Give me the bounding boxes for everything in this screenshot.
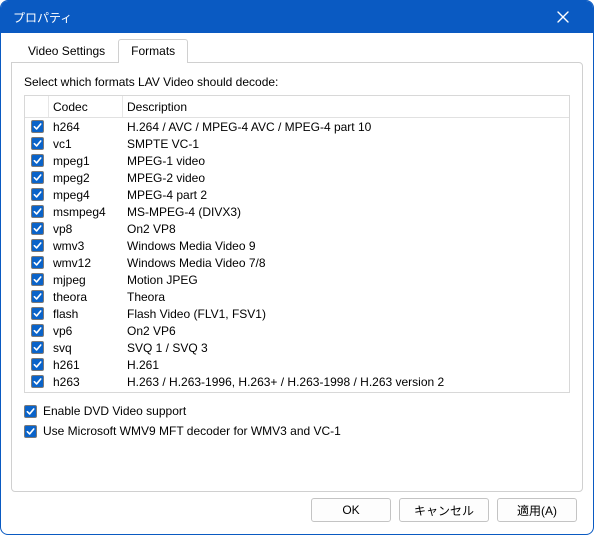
row-codec: h261 [49, 358, 123, 372]
row-checkbox[interactable] [31, 188, 44, 201]
row-codec: indeo [49, 392, 123, 393]
row-codec: svq [49, 341, 123, 355]
row-description: MPEG-4 part 2 [123, 188, 569, 202]
row-codec: msmpeg4 [49, 205, 123, 219]
table-row[interactable]: svqSVQ 1 / SVQ 3 [25, 339, 569, 356]
grid-body[interactable]: h264H.264 / AVC / MPEG-4 AVC / MPEG-4 pa… [25, 118, 569, 392]
tab-label: Video Settings [28, 44, 105, 58]
formats-grid: Codec Description h264H.264 / AVC / MPEG… [24, 95, 570, 393]
option-label: Enable DVD Video support [43, 404, 186, 418]
row-checkbox[interactable] [31, 154, 44, 167]
table-row[interactable]: h264H.264 / AVC / MPEG-4 AVC / MPEG-4 pa… [25, 118, 569, 135]
row-description: On2 VP6 [123, 324, 569, 338]
row-codec: mpeg4 [49, 188, 123, 202]
table-row[interactable]: mpeg4MPEG-4 part 2 [25, 186, 569, 203]
row-checkbox[interactable] [31, 256, 44, 269]
row-codec: wmv12 [49, 256, 123, 270]
row-codec: h264 [49, 120, 123, 134]
row-checkbox[interactable] [31, 120, 44, 133]
row-checkbox[interactable] [31, 341, 44, 354]
row-codec: mpeg2 [49, 171, 123, 185]
row-description: H.264 / AVC / MPEG-4 AVC / MPEG-4 part 1… [123, 120, 569, 134]
dialog-buttons: OK キャンセル 適用(A) [11, 492, 583, 524]
row-description: H.263 / H.263-1996, H.263+ / H.263-1998 … [123, 375, 569, 389]
checkbox-icon [24, 425, 37, 438]
cancel-button[interactable]: キャンセル [399, 498, 489, 522]
row-codec: theora [49, 290, 123, 304]
row-description: On2 VP8 [123, 222, 569, 236]
row-codec: vp8 [49, 222, 123, 236]
tab-label: Formats [131, 44, 175, 58]
row-codec: vp6 [49, 324, 123, 338]
row-description: SVQ 1 / SVQ 3 [123, 341, 569, 355]
table-row[interactable]: vp8On2 VP8 [25, 220, 569, 237]
client-area: Video Settings Formats Select which form… [1, 33, 593, 534]
row-checkbox[interactable] [31, 205, 44, 218]
row-checkbox[interactable] [31, 324, 44, 337]
row-checkbox[interactable] [31, 171, 44, 184]
option-wmv9-mft[interactable]: Use Microsoft WMV9 MFT decoder for WMV3 … [24, 421, 570, 441]
row-checkbox[interactable] [31, 222, 44, 235]
col-header-checkbox [25, 96, 49, 117]
close-button[interactable] [543, 3, 583, 31]
properties-dialog: プロパティ Video Settings Formats Select whic… [0, 0, 594, 535]
row-description: Intel Indeo 3/4/5 [123, 392, 569, 393]
row-codec: mpeg1 [49, 154, 123, 168]
grid-header: Codec Description [25, 96, 569, 118]
col-header-codec[interactable]: Codec [49, 96, 123, 117]
row-codec: h263 [49, 375, 123, 389]
tab-video-settings[interactable]: Video Settings [15, 39, 118, 63]
caption-text: Select which formats LAV Video should de… [24, 75, 570, 89]
row-description: Motion JPEG [123, 273, 569, 287]
title-bar: プロパティ [1, 1, 593, 33]
row-checkbox[interactable] [31, 273, 44, 286]
close-icon [557, 11, 569, 23]
row-description: Windows Media Video 7/8 [123, 256, 569, 270]
checkbox-icon [24, 405, 37, 418]
row-description: MPEG-1 video [123, 154, 569, 168]
row-checkbox[interactable] [31, 307, 44, 320]
row-checkbox[interactable] [31, 239, 44, 252]
row-description: MS-MPEG-4 (DIVX3) [123, 205, 569, 219]
row-codec: vc1 [49, 137, 123, 151]
ok-button[interactable]: OK [311, 498, 391, 522]
apply-button[interactable]: 適用(A) [497, 498, 577, 522]
col-header-description[interactable]: Description [123, 96, 569, 117]
row-description: Flash Video (FLV1, FSV1) [123, 307, 569, 321]
tab-strip: Video Settings Formats [11, 39, 583, 63]
table-row[interactable]: h261H.261 [25, 356, 569, 373]
table-row[interactable]: msmpeg4MS-MPEG-4 (DIVX3) [25, 203, 569, 220]
row-checkbox[interactable] [31, 375, 44, 388]
row-description: H.261 [123, 358, 569, 372]
row-checkbox[interactable] [31, 290, 44, 303]
row-codec: mjpeg [49, 273, 123, 287]
row-codec: flash [49, 307, 123, 321]
table-row[interactable]: vp6On2 VP6 [25, 322, 569, 339]
extra-options: Enable DVD Video support Use Microsoft W… [24, 401, 570, 441]
table-row[interactable]: indeoIntel Indeo 3/4/5 [25, 390, 569, 392]
table-row[interactable]: h263H.263 / H.263-1996, H.263+ / H.263-1… [25, 373, 569, 390]
table-row[interactable]: mjpegMotion JPEG [25, 271, 569, 288]
formats-tabpage: Select which formats LAV Video should de… [11, 62, 583, 492]
row-description: SMPTE VC-1 [123, 137, 569, 151]
row-codec: wmv3 [49, 239, 123, 253]
row-checkbox[interactable] [31, 358, 44, 371]
table-row[interactable]: mpeg2MPEG-2 video [25, 169, 569, 186]
table-row[interactable]: mpeg1MPEG-1 video [25, 152, 569, 169]
tab-formats[interactable]: Formats [118, 39, 188, 63]
row-checkbox[interactable] [31, 137, 44, 150]
option-enable-dvd[interactable]: Enable DVD Video support [24, 401, 570, 421]
row-description: Theora [123, 290, 569, 304]
table-row[interactable]: flashFlash Video (FLV1, FSV1) [25, 305, 569, 322]
table-row[interactable]: wmv12Windows Media Video 7/8 [25, 254, 569, 271]
row-description: Windows Media Video 9 [123, 239, 569, 253]
table-row[interactable]: wmv3Windows Media Video 9 [25, 237, 569, 254]
window-title: プロパティ [13, 9, 543, 26]
row-description: MPEG-2 video [123, 171, 569, 185]
table-row[interactable]: vc1SMPTE VC-1 [25, 135, 569, 152]
table-row[interactable]: theoraTheora [25, 288, 569, 305]
option-label: Use Microsoft WMV9 MFT decoder for WMV3 … [43, 424, 341, 438]
